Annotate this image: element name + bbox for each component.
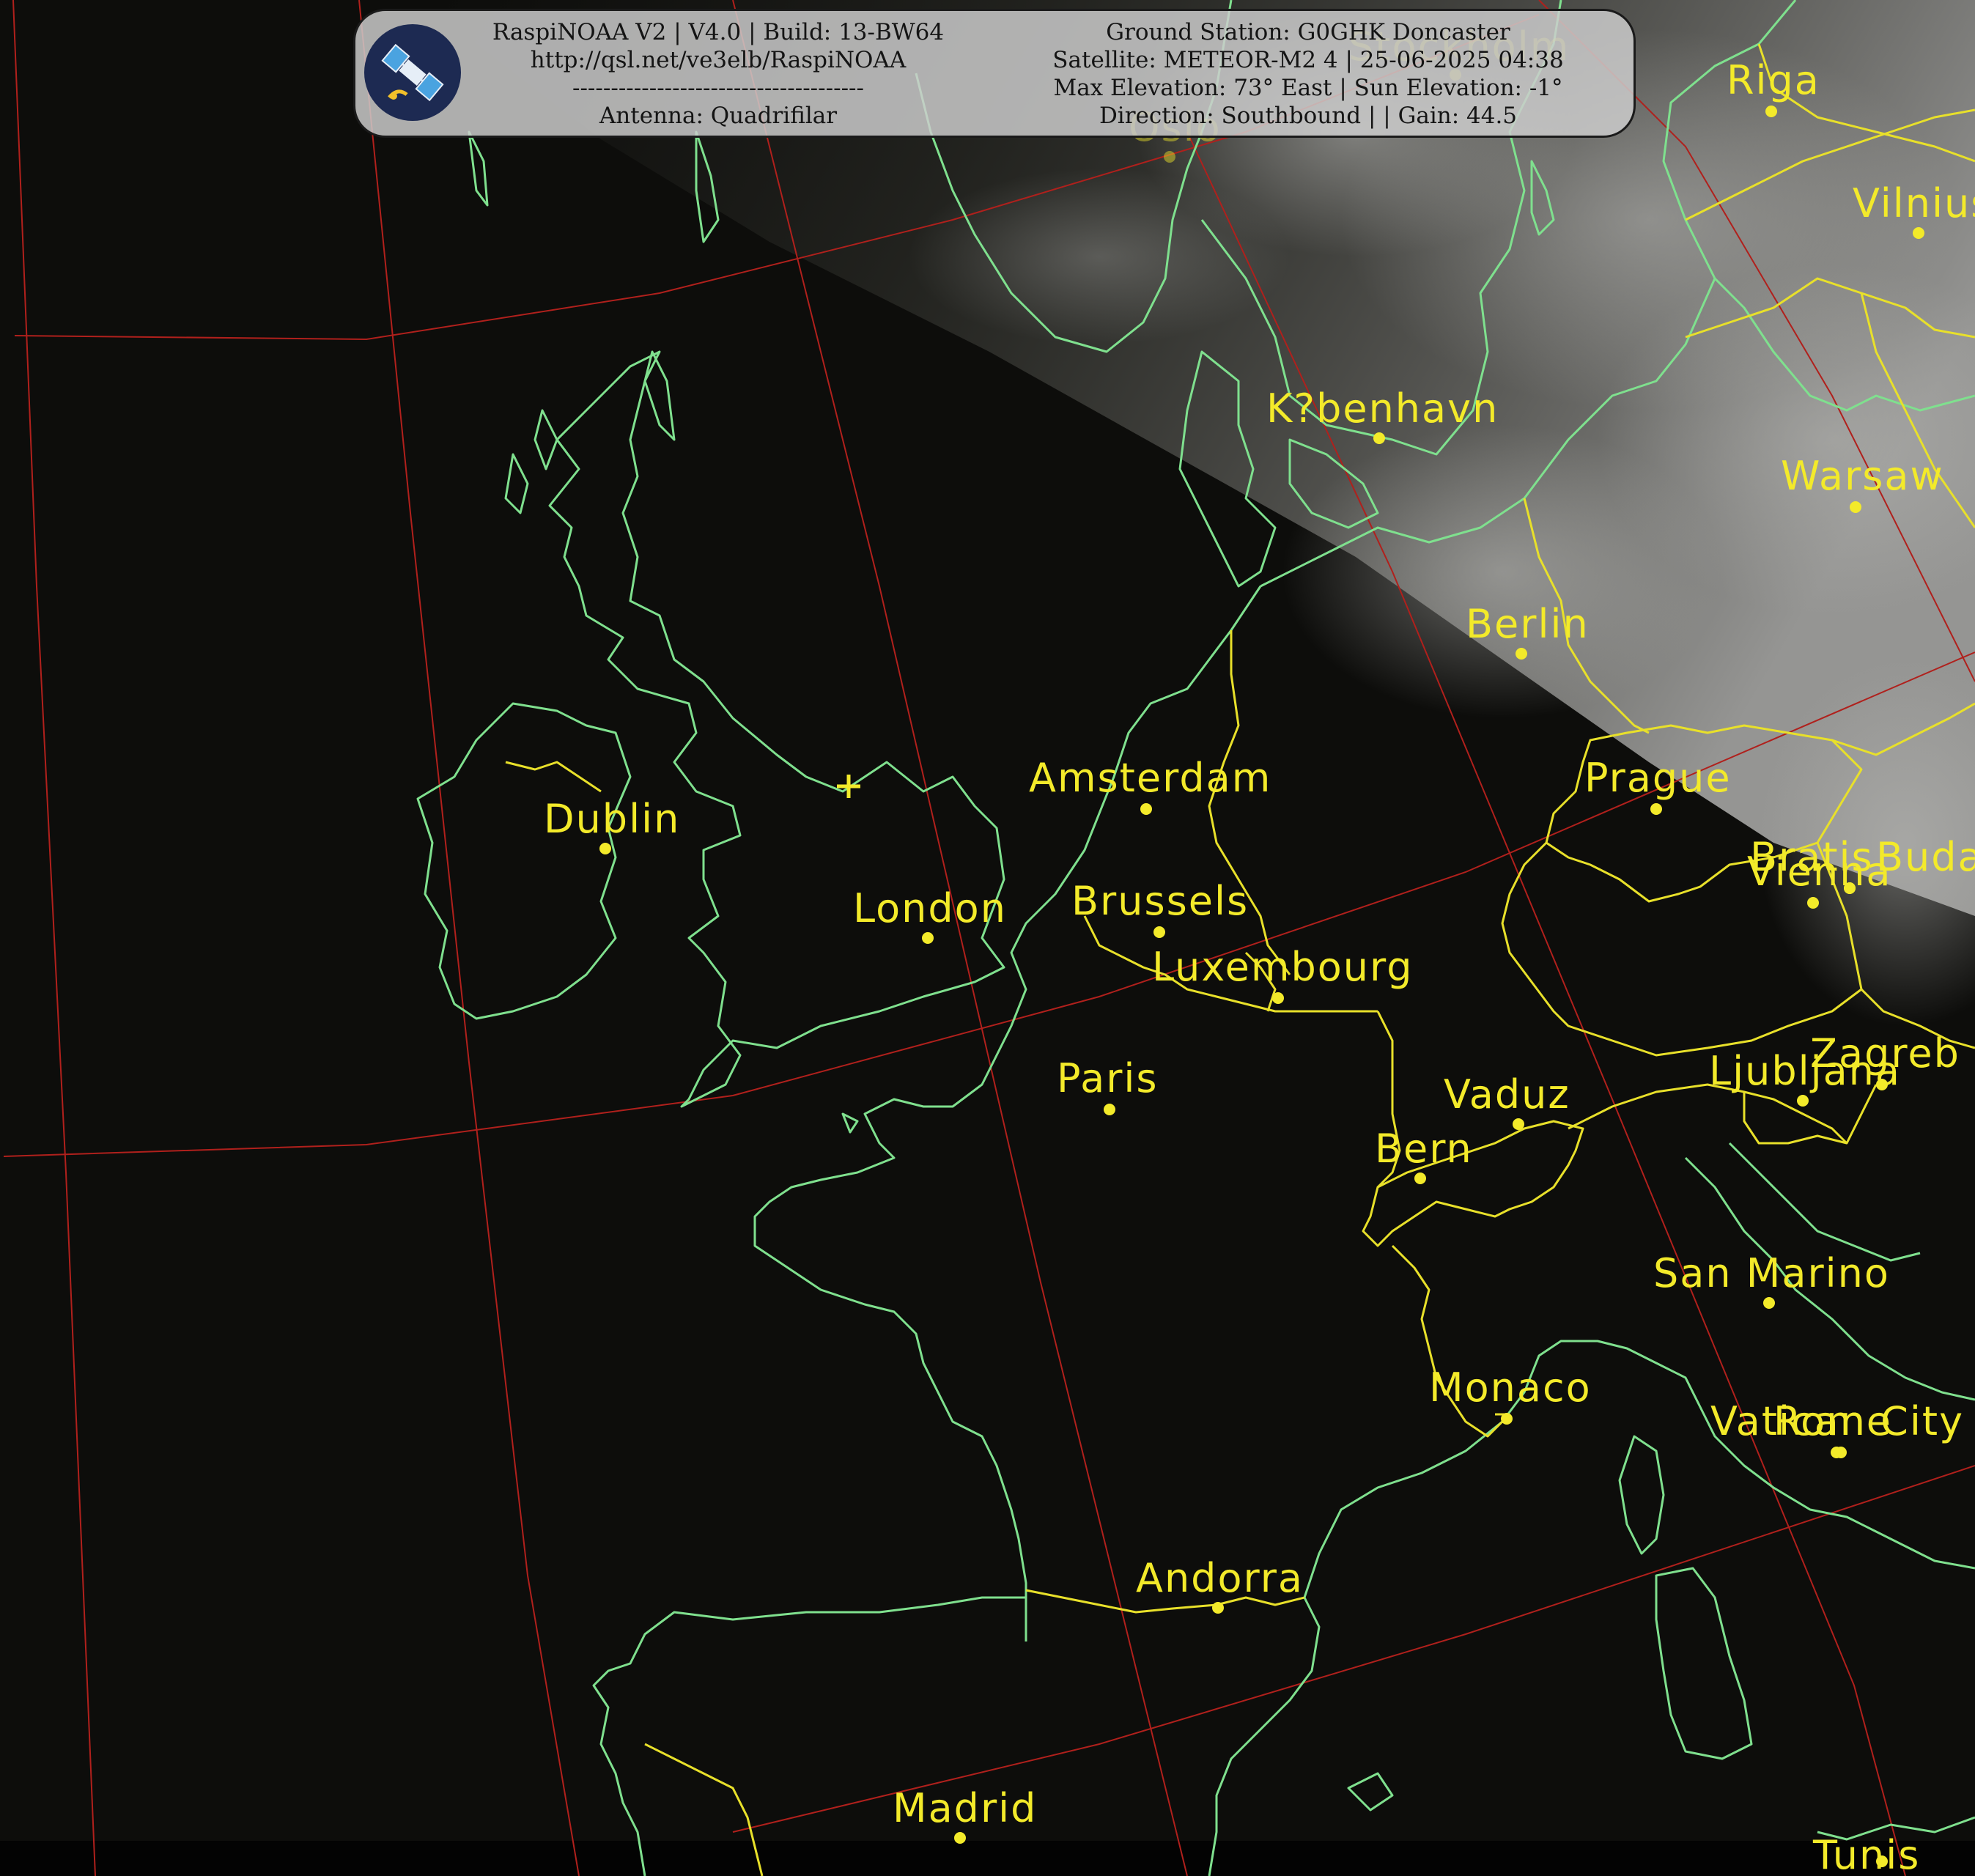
antenna-info: Antenna: Quadrifilar [599, 103, 838, 129]
satellite-pass: Satellite: METEOR-M2 4 | 25-06-2025 04:3… [1052, 47, 1564, 73]
city-dot [1414, 1172, 1426, 1184]
satellite-icon [364, 24, 461, 121]
city-label: Ljubljana [1709, 1048, 1901, 1094]
city-label: Tunis [1812, 1832, 1920, 1876]
satellite-image: RigaStockholmOsloVilniusK?benhavnWarsawB… [0, 0, 1975, 1876]
separator-line: -------------------------------------- [572, 75, 865, 101]
city-label: Madrid [893, 1785, 1037, 1831]
city-dot [1516, 648, 1527, 660]
city-marker: Brussels [1071, 878, 1249, 938]
city-marker: Paris [1057, 1055, 1159, 1115]
city-dot [1835, 1447, 1847, 1458]
coast-great-britain [548, 350, 1005, 1108]
city-label: Amsterdam [1029, 755, 1271, 801]
ground-station: Ground Station: G0GHK Doncaster [1106, 19, 1510, 45]
elevation-info: Max Elevation: 73° East | Sun Elevation:… [1053, 75, 1563, 101]
city-marker: Ljubljana [1709, 1048, 1901, 1107]
city-dot [1212, 1602, 1224, 1614]
city-label: Monaco [1429, 1364, 1592, 1411]
city-label: Vaduz [1444, 1071, 1570, 1118]
city-marker: Tunis [1812, 1832, 1920, 1876]
city-dot [1140, 803, 1152, 815]
city-dot [1650, 803, 1662, 815]
city-label: Paris [1057, 1055, 1159, 1101]
city-dot [1153, 926, 1165, 938]
city-dot [922, 932, 934, 944]
city-label: Brussels [1071, 878, 1249, 924]
cloud-cover [440, 0, 1975, 1026]
border-ireland [505, 761, 602, 793]
city-marker: Luxembourg [1152, 944, 1414, 1004]
software-version: RaspiNOAA V2 | V4.0 | Build: 13-BW64 [492, 19, 945, 45]
city-dot [599, 843, 611, 854]
info-left-column: RaspiNOAA V2 | V4.0 | Build: 13-BW64 htt… [480, 18, 956, 130]
city-dot [1164, 151, 1175, 163]
city-label: Vienna [1747, 849, 1892, 895]
city-marker: San Marino [1653, 1250, 1890, 1309]
city-label: Andorra [1136, 1555, 1304, 1601]
station-marker [837, 775, 860, 798]
coast-low-countries [753, 586, 1262, 1642]
city-label: K?benhavn [1266, 385, 1499, 432]
city-label: Vilnius [1853, 180, 1975, 226]
map-canvas: RigaStockholmOsloVilniusK?benhavnWarsawB… [0, 0, 1975, 1876]
city-label: London [853, 885, 1007, 931]
coast-mediterranean [1208, 1597, 1321, 1876]
city-marker: Prague [1584, 755, 1732, 815]
city-dot [1373, 432, 1385, 444]
city-dot [1104, 1104, 1115, 1115]
info-right-column: Ground Station: G0GHK Doncaster Satellit… [993, 18, 1623, 130]
direction-gain: Direction: Southbound | | Gain: 44.5 [1099, 103, 1518, 129]
project-url: http://qsl.net/ve3elb/RaspiNOAA [530, 47, 907, 73]
city-dot [1501, 1413, 1513, 1425]
city-dot [1272, 992, 1284, 1004]
coast-sardinia [1655, 1567, 1753, 1760]
city-label: Rome [1773, 1398, 1892, 1444]
coast-ireland [416, 702, 632, 1020]
city-label: Berlin [1466, 601, 1590, 647]
city-dot [1797, 1095, 1809, 1107]
coast-corsica [1618, 1435, 1665, 1555]
city-label: Dublin [544, 796, 680, 842]
city-dot [1913, 227, 1924, 239]
city-label: Prague [1584, 755, 1732, 801]
city-marker: Amsterdam [1029, 755, 1271, 815]
city-dot [1763, 1297, 1775, 1309]
city-label: Warsaw [1781, 453, 1944, 499]
city-label: San Marino [1653, 1250, 1890, 1296]
city-dot [1513, 1118, 1524, 1130]
city-marker: Monaco [1429, 1364, 1592, 1425]
city-dot [1807, 897, 1819, 909]
city-dot [1850, 501, 1861, 513]
city-dot [1765, 106, 1777, 117]
city-dot [954, 1832, 966, 1844]
city-label: Luxembourg [1152, 944, 1414, 990]
city-label: Bern [1375, 1126, 1473, 1172]
city-label: Riga [1727, 57, 1820, 103]
info-panel: RaspiNOAA V2 | V4.0 | Build: 13-BW64 htt… [353, 9, 1636, 138]
city-marker: Madrid [893, 1785, 1037, 1844]
